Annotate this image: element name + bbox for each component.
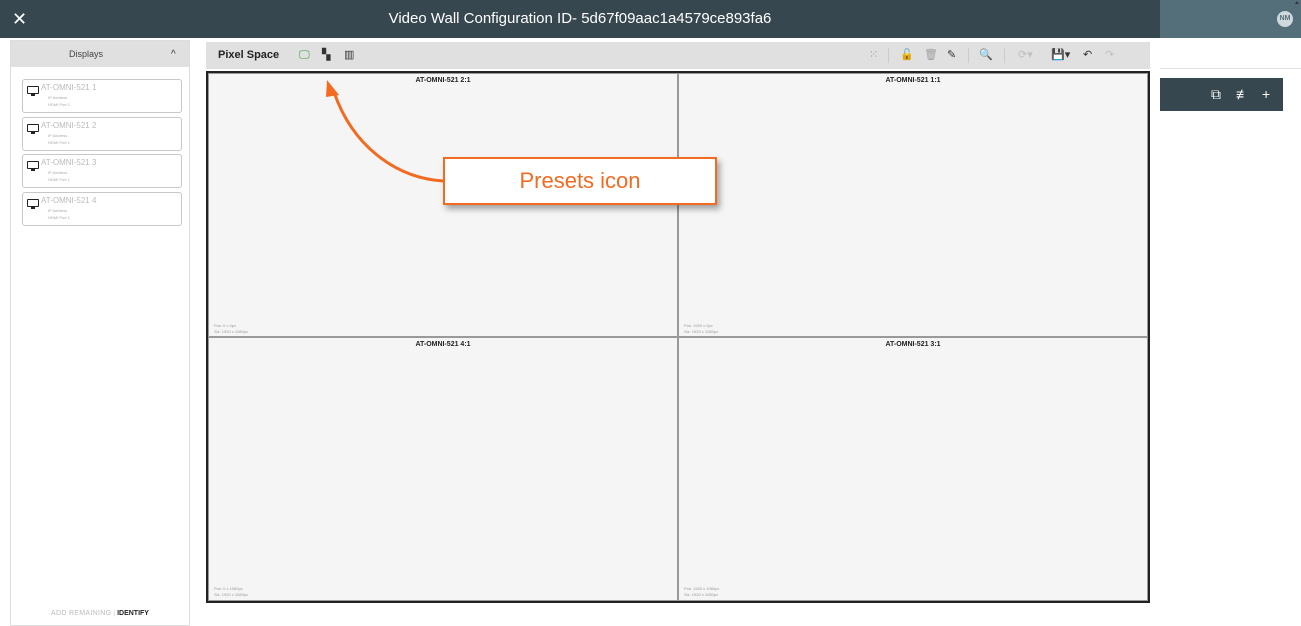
sync-icon[interactable]: ⟳▾ <box>1018 47 1033 63</box>
display-card[interactable]: AT-OMNI-521 2 IP Address HDMI Port 1 <box>22 117 182 151</box>
monitor-icon <box>27 124 39 134</box>
grid-icon[interactable]: ⁙ <box>869 47 878 63</box>
cell-size: Siz: 1920 x 1080px <box>684 592 719 597</box>
cell-label: AT-OMNI-521 1:1 <box>885 77 941 84</box>
cell-size: Siz: 1920 x 1080px <box>214 329 249 334</box>
save-icon[interactable]: 💾▾ <box>1051 47 1070 63</box>
display-cell[interactable]: AT-OMNI-521 2:1 Pos: 0 x 0px Siz: 1920 x… <box>208 73 678 337</box>
footer-separator: | <box>113 610 116 617</box>
cell-label: AT-OMNI-521 3:1 <box>885 341 941 348</box>
display-cell[interactable]: AT-OMNI-521 3:1 Pos: 1920 x 1080px Siz: … <box>678 337 1148 601</box>
plus-icon[interactable]: + <box>1262 86 1270 102</box>
window-title: Video Wall Configuration ID- 5d67f09aac1… <box>388 10 772 27</box>
monitor-group-icon[interactable]: ⧉ <box>1211 86 1221 102</box>
display-ip-label: IP Address <box>48 208 68 213</box>
cell-position: Pos: 0 x 0px <box>214 323 237 328</box>
zoom-icon[interactable]: 🔍 <box>979 47 993 63</box>
display-name: AT-OMNI-521 4 <box>41 196 97 205</box>
presets-icon[interactable]: ▚ <box>322 47 330 63</box>
display-name: AT-OMNI-521 1 <box>41 83 97 92</box>
display-card[interactable]: AT-OMNI-521 3 IP Address HDMI Port 1 <box>22 154 182 188</box>
avatar[interactable]: NM <box>1277 11 1293 27</box>
background-toolbar: ⧉ ≢ + <box>1160 78 1283 111</box>
cell-position: Pos: 1920 x 0px <box>684 323 713 328</box>
background-panel <box>1160 38 1301 626</box>
scroll-up-icon[interactable] <box>1295 1 1299 4</box>
pixel-space-toolbar: Pixel Space 🖵 ▚ ▥ ⁙ 🔓 🗑 ✎ 🔍 ⟳▾ 💾▾ ↶ ↷ <box>206 42 1150 69</box>
displays-header[interactable]: Displays ^ <box>11 41 189 67</box>
background-divider <box>1160 68 1301 69</box>
header-right-area: NM <box>1160 0 1301 38</box>
toolbar-divider <box>1004 48 1005 63</box>
chevron-up-icon[interactable]: ^ <box>171 49 176 60</box>
display-view-icon[interactable]: 🖵 <box>299 47 310 63</box>
toolbar-divider <box>888 48 889 63</box>
tune-icon[interactable]: ≢ <box>1236 86 1250 102</box>
cell-label: AT-OMNI-521 2:1 <box>415 77 471 84</box>
delete-icon[interactable]: 🗑 <box>924 47 938 63</box>
display-hdmi-label: HDMI Port 1 <box>48 140 71 145</box>
displays-panel: Displays ^ AT-OMNI-521 1 IP Address HDMI… <box>10 40 190 626</box>
title-bar: ✕ Video Wall Configuration ID- 5d67f09aa… <box>0 0 1301 38</box>
cell-position: Pos: 1920 x 1080px <box>684 586 720 591</box>
monitor-icon <box>27 161 39 171</box>
display-hdmi-label: HDMI Port 1 <box>48 177 71 182</box>
cell-size: Siz: 1920 x 1080px <box>684 329 719 334</box>
presets-callout: Presets icon <box>443 157 717 205</box>
edit-icon[interactable]: ✎ <box>947 47 956 63</box>
display-ip-label: IP Address <box>48 95 68 100</box>
add-remaining-button[interactable]: ADD REMAINING <box>51 610 111 617</box>
display-cell[interactable]: AT-OMNI-521 4:1 Pos: 0 x 1080px Siz: 192… <box>208 337 678 601</box>
cell-label: AT-OMNI-521 4:1 <box>415 341 471 348</box>
undo-icon[interactable]: ↶ <box>1083 47 1092 63</box>
display-card[interactable]: AT-OMNI-521 1 IP Address HDMI Port 1 <box>22 79 182 113</box>
cell-size: Siz: 1920 x 1080px <box>214 592 249 597</box>
toolbar-divider <box>968 48 969 63</box>
pixel-space-canvas[interactable]: AT-OMNI-521 2:1 Pos: 0 x 0px Siz: 1920 x… <box>206 71 1150 603</box>
layout-icon[interactable]: ▥ <box>344 47 354 63</box>
display-name: AT-OMNI-521 2 <box>41 121 97 130</box>
display-ip-label: IP Address <box>48 133 68 138</box>
identify-button[interactable]: IDENTIFY <box>117 610 149 617</box>
redo-icon[interactable]: ↷ <box>1105 47 1114 63</box>
video-wall-modal: Displays ^ AT-OMNI-521 1 IP Address HDMI… <box>0 38 1160 626</box>
app-root: ✕ Video Wall Configuration ID- 5d67f09aa… <box>0 0 1301 626</box>
monitor-icon <box>27 199 39 209</box>
display-hdmi-label: HDMI Port 1 <box>48 215 71 220</box>
cell-position: Pos: 0 x 1080px <box>214 586 243 591</box>
display-card[interactable]: AT-OMNI-521 4 IP Address HDMI Port 1 <box>22 192 182 226</box>
lock-icon[interactable]: 🔓 <box>900 47 914 63</box>
monitor-icon <box>27 86 39 96</box>
displays-title: Displays <box>68 49 103 59</box>
display-name: AT-OMNI-521 3 <box>41 158 97 167</box>
pixel-space-title: Pixel Space <box>218 49 280 61</box>
display-ip-label: IP Address <box>48 170 68 175</box>
display-cell[interactable]: AT-OMNI-521 1:1 Pos: 1920 x 0px Siz: 192… <box>678 73 1148 337</box>
displays-footer: ADD REMAINING | IDENTIFY <box>11 610 189 617</box>
display-hdmi-label: HDMI Port 1 <box>48 102 71 107</box>
